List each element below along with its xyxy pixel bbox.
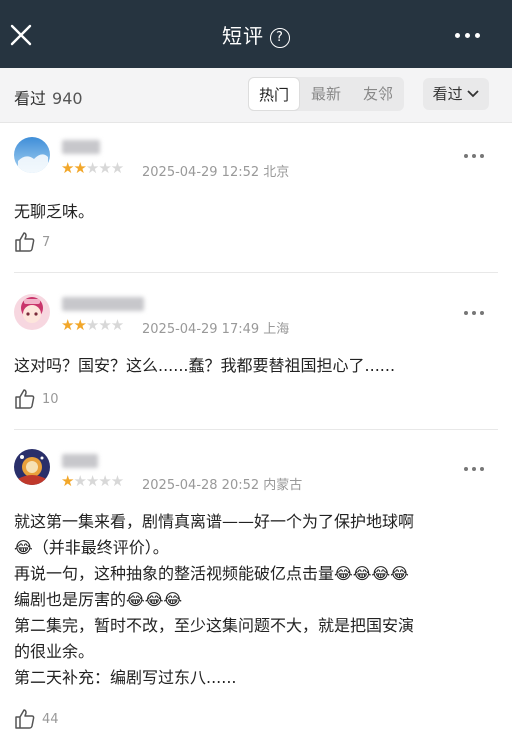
tab-hot[interactable]: 热门 — [248, 77, 300, 111]
rating-stars: ★★★★★ — [61, 316, 124, 334]
like-button[interactable]: 10 — [14, 389, 59, 409]
like-count: 7 — [42, 234, 51, 250]
review-item: ★★★★★ 2025-04-28 20:52 内蒙古 就这第一集来看，剧情真离谱… — [0, 430, 512, 749]
review-more-icon[interactable] — [464, 154, 484, 158]
review-location: 内蒙古 — [263, 478, 303, 493]
review-meta: 2025-04-29 12:52 北京 — [142, 161, 289, 180]
thumbs-up-icon — [15, 232, 35, 252]
like-count: 44 — [42, 711, 59, 727]
review-item: ★★★★★ 2025-04-29 12:52 北京 无聊乏味。 7 — [0, 123, 512, 273]
review-item: ★★★★★ 2025-04-29 17:49 上海 这对吗？国安？这么.....… — [0, 273, 512, 430]
username[interactable] — [62, 297, 144, 311]
review-meta: 2025-04-28 20:52 内蒙古 — [142, 474, 302, 493]
rating-stars: ★★★★★ — [61, 159, 124, 177]
review-text: 无聊乏味。 — [14, 202, 95, 221]
review-meta: 2025-04-29 17:49 上海 — [142, 318, 289, 337]
thumbs-up-icon — [15, 389, 35, 409]
review-date: 2025-04-29 12:52 — [142, 165, 260, 180]
status-filter-label: 看过 — [432, 85, 463, 103]
more-icon[interactable] — [455, 33, 480, 38]
review-text-line: 第二集完，暂时不改，至少这集问题不大，就是把国安演 — [14, 616, 415, 635]
page-title-text: 短评 — [222, 24, 264, 48]
review-location: 北京 — [263, 165, 290, 180]
review-text-line: 编剧也是厉害的😂😂😂 — [14, 590, 183, 609]
avatar[interactable] — [14, 137, 50, 173]
like-count: 10 — [42, 391, 59, 407]
chevron-down-icon — [467, 90, 480, 98]
like-button[interactable]: 44 — [14, 709, 59, 729]
review-date: 2025-04-28 20:52 — [142, 478, 260, 493]
username[interactable] — [62, 140, 100, 154]
status-filter-dropdown[interactable]: 看过 — [423, 78, 489, 110]
review-location: 上海 — [263, 322, 290, 337]
tab-friends[interactable]: 友邻 — [352, 77, 404, 111]
review-more-icon[interactable] — [464, 467, 484, 471]
review-text-line: 第二天补充：编剧写过东八...... — [14, 668, 237, 687]
watched-count-label: 看过 — [14, 89, 47, 108]
review-text: 这对吗？国安？这么......蠢？我都要替祖国担心了...... — [14, 356, 396, 375]
avatar[interactable] — [14, 294, 50, 330]
help-icon[interactable]: ? — [270, 28, 290, 48]
sort-tabs: 热门 最新 友邻 — [248, 77, 404, 111]
review-text-line: 😂（并非最终评价）。 — [14, 538, 169, 557]
review-more-icon[interactable] — [464, 311, 484, 315]
review-text-line: 再说一句，这种抽象的整活视频能破亿点击量😂😂😂😂 — [14, 564, 409, 583]
review-text-line: 的很业余。 — [14, 642, 95, 661]
review-text-line: 就这第一集来看，剧情真离谱——好一个为了保护地球啊 — [14, 512, 415, 531]
watched-count-value: 940 — [52, 89, 83, 108]
like-button[interactable]: 7 — [14, 232, 50, 252]
thumbs-up-icon — [15, 709, 35, 729]
top-bar: 短评? — [0, 0, 512, 68]
username[interactable] — [62, 454, 98, 468]
filter-bar: 看过 940 热门 最新 友邻 看过 — [0, 68, 512, 123]
review-text: 就这第一集来看，剧情真离谱——好一个为了保护地球啊 😂（并非最终评价）。 再说一… — [14, 509, 498, 691]
tab-latest[interactable]: 最新 — [300, 77, 352, 111]
rating-stars: ★★★★★ — [61, 472, 124, 490]
review-date: 2025-04-29 17:49 — [142, 322, 260, 337]
page-title: 短评? — [0, 20, 512, 49]
avatar[interactable] — [14, 449, 50, 485]
watched-count: 看过 940 — [14, 85, 83, 109]
